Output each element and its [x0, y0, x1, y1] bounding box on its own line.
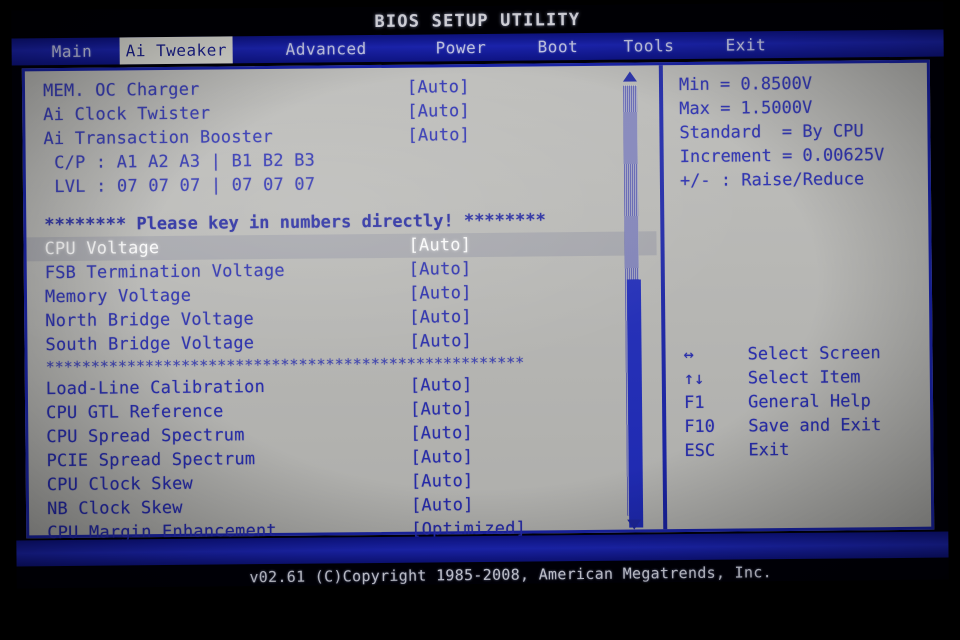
help-key-glyph: F1 — [683, 392, 705, 414]
help-info-line: Standard = By CPU — [679, 121, 864, 144]
help-key-glyph: ↔ — [683, 344, 694, 366]
scrollbar-thumb[interactable] — [626, 279, 644, 528]
settings-row-value[interactable]: [Auto] — [410, 373, 473, 398]
help-key-legend: ↔ Select Screen ↑↓ Select Item F1 General Hel… — [665, 341, 930, 464]
menu-tab-boot[interactable]: Boot — [531, 33, 584, 61]
scroll-down-arrow-icon[interactable] — [627, 519, 642, 530]
settings-row-label: Ai Clock Twister — [43, 103, 211, 126]
settings-row-value[interactable]: [Auto] — [407, 75, 470, 100]
menu-tab-advanced[interactable]: Advanced — [280, 35, 373, 63]
settings-row-label: CPU GTL Reference — [46, 401, 224, 424]
help-info-line: Min = 0.8500V — [678, 73, 813, 96]
help-key-row: F1 General Help — [666, 389, 930, 416]
settings-row-label: FSB Termination Voltage — [44, 260, 285, 284]
settings-row-label: PCIE Spread Spectrum — [46, 449, 256, 472]
menu-tab-main[interactable]: Main — [46, 38, 99, 66]
menu-tab-tools[interactable]: Tools — [617, 32, 680, 60]
scrollbar-track[interactable] — [622, 85, 644, 528]
help-key-row: ↔ Select Screen — [665, 341, 929, 368]
settings-row-label: Load-Line Calibration — [45, 377, 266, 400]
bios-version-copyright: v02.61 (C)Copyright 1985-2008, American … — [249, 563, 773, 587]
help-key-description: Select Item — [747, 367, 861, 389]
settings-row-value[interactable]: [Auto] — [409, 281, 472, 306]
settings-row-value[interactable]: [Auto] — [409, 257, 472, 282]
menu-tab-exit[interactable]: Exit — [719, 31, 772, 59]
help-key-glyph: F10 — [684, 416, 716, 438]
help-pane: Min = 0.8500V Max = 1.5000V Standard = By … — [663, 63, 931, 530]
settings-row-label: South Bridge Voltage — [45, 333, 255, 356]
help-info-line: +/- : Raise/Reduce — [679, 169, 865, 192]
menu-tab-power[interactable]: Power — [429, 34, 492, 62]
photographed-monitor: BIOS SETUP UTILITY Main Ai Tweaker Advance… — [0, 0, 960, 640]
help-key-description: Exit — [748, 440, 790, 461]
settings-row-label: North Bridge Voltage — [45, 309, 255, 332]
settings-row-label: Memory Voltage — [44, 285, 192, 308]
settings-row-label: CPU Voltage — [44, 238, 160, 260]
help-key-description: Select Screen — [747, 343, 881, 365]
help-key-row: ESC Exit — [666, 437, 930, 464]
settings-row-value[interactable]: [Auto] — [410, 445, 473, 470]
settings-row-label: NB Clock Skew — [46, 497, 183, 520]
help-value-info: Min = 0.8500V Max = 1.5000V Standard = By … — [663, 63, 928, 194]
menu-tab-ai-tweaker[interactable]: Ai Tweaker — [119, 36, 234, 65]
help-key-row: F10 Save and Exit — [666, 413, 930, 440]
settings-row-label: LVL : 07 07 07 | 07 07 07 — [43, 174, 316, 198]
help-key-glyph: ↑↓ — [683, 368, 705, 390]
help-info-line: Increment = 0.00625V — [679, 145, 885, 168]
help-key-description: General Help — [747, 391, 871, 413]
content-frame: MEM. OC Charger [Auto] Ai Clock Twister [Au… — [21, 59, 935, 543]
settings-row-value[interactable]: [Auto] — [410, 421, 473, 446]
help-key-description: Save and Exit — [748, 415, 882, 437]
help-info-line: Max = 1.5000V — [679, 97, 813, 120]
scroll-up-arrow-icon[interactable] — [622, 71, 637, 82]
settings-row-value[interactable]: [Auto] — [407, 123, 470, 148]
help-spacer — [664, 191, 929, 344]
bios-screen: BIOS SETUP UTILITY Main Ai Tweaker Advance… — [11, 1, 949, 589]
settings-row-value[interactable]: [Auto] — [407, 99, 470, 124]
settings-list-pane[interactable]: MEM. OC Charger [Auto] Ai Clock Twister [Au… — [25, 65, 659, 543]
settings-row-label: MEM. OC Charger — [42, 79, 200, 102]
settings-row-value[interactable]: [Auto] — [411, 493, 474, 518]
settings-row-label: CPU Spread Spectrum — [46, 425, 245, 448]
settings-row-value[interactable]: [Auto] — [408, 233, 471, 258]
settings-row-label: Ai Transaction Booster — [43, 126, 274, 150]
page-title: BIOS SETUP UTILITY — [374, 10, 581, 33]
settings-row-value[interactable]: [Auto] — [410, 397, 473, 422]
help-key-glyph: ESC — [684, 440, 716, 462]
settings-row-label: C/P : A1 A2 A3 | B1 B2 B3 — [43, 150, 316, 174]
settings-row-label: CPU Clock Skew — [46, 473, 193, 496]
help-key-row: ↑↓ Select Item — [666, 365, 930, 392]
settings-row-value[interactable]: [Auto] — [409, 305, 472, 330]
settings-row-value[interactable]: [Auto] — [409, 329, 472, 354]
settings-row-value[interactable]: [Auto] — [411, 469, 474, 494]
